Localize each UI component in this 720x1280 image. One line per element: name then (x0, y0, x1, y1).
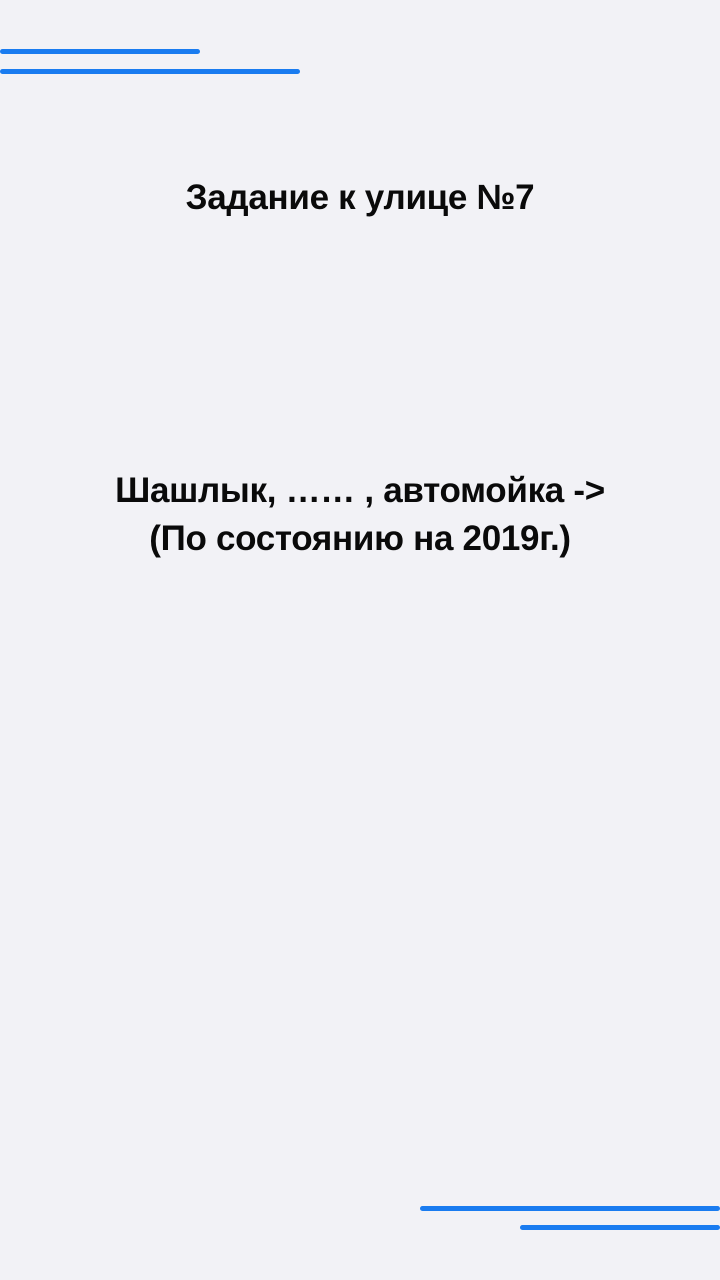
task-text: Шашлык, …… , автомойка -> (По состоянию … (0, 467, 720, 563)
decorative-line-bottom-2 (520, 1225, 720, 1230)
decorative-line-top-1 (0, 49, 200, 54)
task-line-1: Шашлык, …… , автомойка -> (115, 471, 605, 510)
page-title: Задание к улице №7 (185, 178, 535, 217)
decorative-line-top-2 (0, 69, 300, 74)
decorative-line-bottom-1 (420, 1206, 720, 1211)
task-line-2: (По состоянию на 2019г.) (149, 519, 571, 558)
